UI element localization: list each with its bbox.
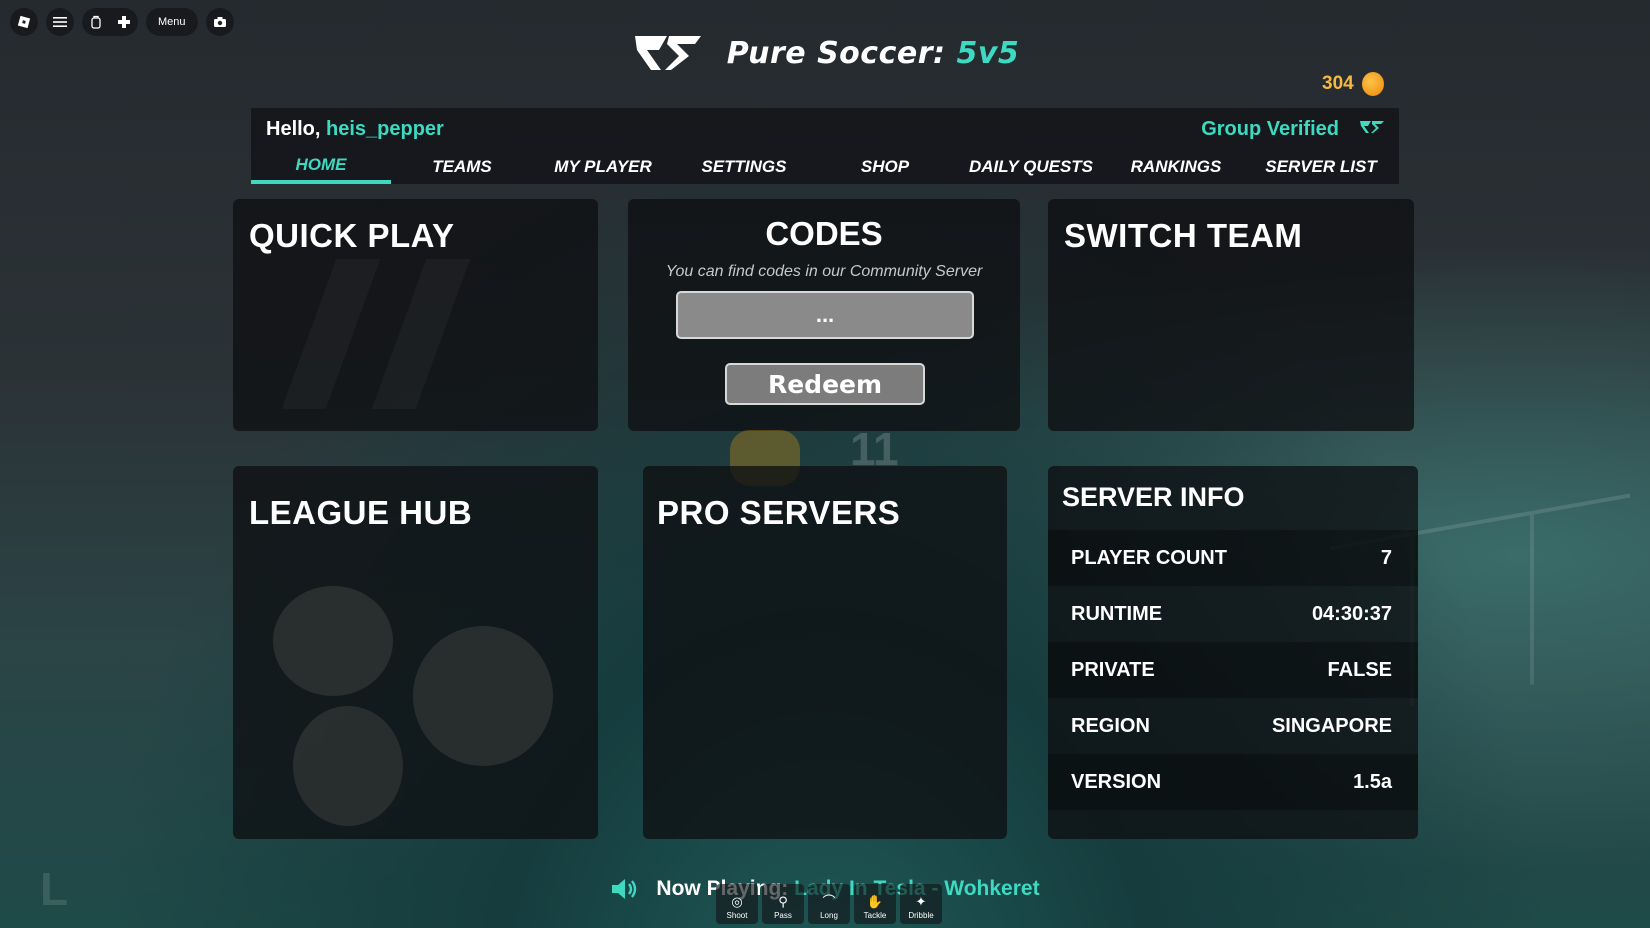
username: heis_pepper [326, 118, 444, 140]
codes-panel: CODES You can find codes in our Communit… [628, 199, 1020, 431]
tackle-button[interactable]: ✋ Tackle [854, 884, 896, 924]
coin-count: 304 [1322, 73, 1354, 94]
codes-title: CODES [765, 215, 883, 252]
server-info-label: PLAYER COUNT [1071, 546, 1227, 569]
server-info-value: 7 [1380, 546, 1392, 569]
pure-soccer-logo-icon [634, 36, 701, 70]
server-info-value: FALSE [1327, 658, 1392, 681]
switch-team-title: SWITCH TEAM [1064, 217, 1303, 254]
code-input[interactable] [676, 291, 974, 339]
tab-shop[interactable]: SHOP [815, 150, 955, 184]
league-hub-art [413, 626, 553, 766]
server-info-label: RUNTIME [1071, 602, 1163, 625]
server-info-label: REGION [1071, 714, 1150, 737]
tab-server-list[interactable]: SERVER LIST [1251, 150, 1391, 184]
control-label: Long [820, 911, 838, 920]
server-info-title: SERVER INFO [1062, 482, 1245, 512]
pro-servers-card[interactable]: PRO SERVERS [643, 466, 1007, 839]
tab-daily-quests[interactable]: DAILY QUESTS [956, 150, 1106, 184]
tab-teams[interactable]: TEAMS [392, 150, 532, 184]
game-title: Pure Soccer: 5v5 [727, 36, 1020, 71]
control-label: Pass [774, 911, 792, 920]
dribble-icon: ✦ [915, 894, 927, 909]
league-hub-art [293, 706, 403, 826]
action-controls: ◎ Shoot ⚲ Pass ⌒ Long ✋ Tackle ✦ Dribble [716, 884, 942, 924]
server-info-row-private: PRIVATE FALSE [1048, 642, 1418, 698]
server-info-panel: SERVER INFO PLAYER COUNT 7 RUNTIME 04:30… [1048, 466, 1418, 839]
server-info-value: SINGAPORE [1271, 714, 1392, 737]
speaker-icon[interactable] [610, 876, 638, 902]
shoot-button[interactable]: ◎ Shoot [716, 884, 758, 924]
game-title-row: Pure Soccer: 5v5 [0, 30, 1650, 76]
control-label: Dribble [908, 911, 934, 920]
shoot-icon: ◎ [731, 894, 743, 909]
coin-icon [1361, 72, 1384, 96]
main-nav: HOME TEAMS MY PLAYER SETTINGS SHOP DAILY… [251, 150, 1399, 184]
codes-subtitle: You can find codes in our Community Serv… [665, 263, 983, 280]
league-hub-art [273, 586, 393, 696]
server-info-value: 04:30:37 [1311, 602, 1392, 625]
verified-logo-icon [1360, 121, 1384, 133]
control-label: Tackle [863, 911, 887, 920]
group-verified-label: Group Verified [1201, 118, 1339, 140]
server-info-value: 1.5a [1353, 770, 1392, 793]
tab-rankings[interactable]: RANKINGS [1106, 150, 1246, 184]
greeting-text: Hello, [266, 118, 321, 140]
server-info-label: VERSION [1071, 770, 1162, 793]
tackle-icon: ✋ [866, 894, 884, 909]
tab-home[interactable]: HOME [251, 150, 391, 184]
quick-play-title: QUICK PLAY [249, 217, 455, 254]
coin-balance: 304 [1322, 72, 1384, 96]
control-label: Shoot [726, 911, 748, 920]
game-title-accent: 5v5 [956, 35, 1020, 71]
tab-settings[interactable]: SETTINGS [674, 150, 814, 184]
pass-icon: ⚲ [778, 894, 788, 909]
server-info-row-runtime: RUNTIME 04:30:37 [1048, 586, 1418, 642]
server-info-row-version: VERSION 1.5a [1048, 754, 1418, 810]
long-icon: ⌒ [822, 894, 836, 909]
redeem-button[interactable]: Redeem [725, 363, 925, 405]
main-header: Hello, heis_pepper Group Verified HOME T… [251, 108, 1399, 184]
server-info-label: PRIVATE [1071, 658, 1155, 681]
greeting: Hello, heis_pepper [266, 118, 444, 141]
long-button[interactable]: ⌒ Long [808, 884, 850, 924]
server-info-row-region: REGION SINGAPORE [1048, 698, 1418, 754]
league-hub-card[interactable]: LEAGUE HUB [233, 466, 598, 839]
switch-team-card[interactable]: SWITCH TEAM [1048, 199, 1414, 431]
quick-play-card[interactable]: QUICK PLAY [233, 199, 598, 431]
league-hub-title: LEAGUE HUB [249, 494, 473, 531]
server-info-row-player-count: PLAYER COUNT 7 [1048, 530, 1418, 586]
corner-letter: L [40, 863, 69, 915]
dribble-button[interactable]: ✦ Dribble [900, 884, 942, 924]
pass-button[interactable]: ⚲ Pass [762, 884, 804, 924]
game-title-main: Pure Soccer: [726, 35, 946, 71]
tab-my-player[interactable]: MY PLAYER [533, 150, 673, 184]
pro-servers-title: PRO SERVERS [657, 494, 901, 531]
